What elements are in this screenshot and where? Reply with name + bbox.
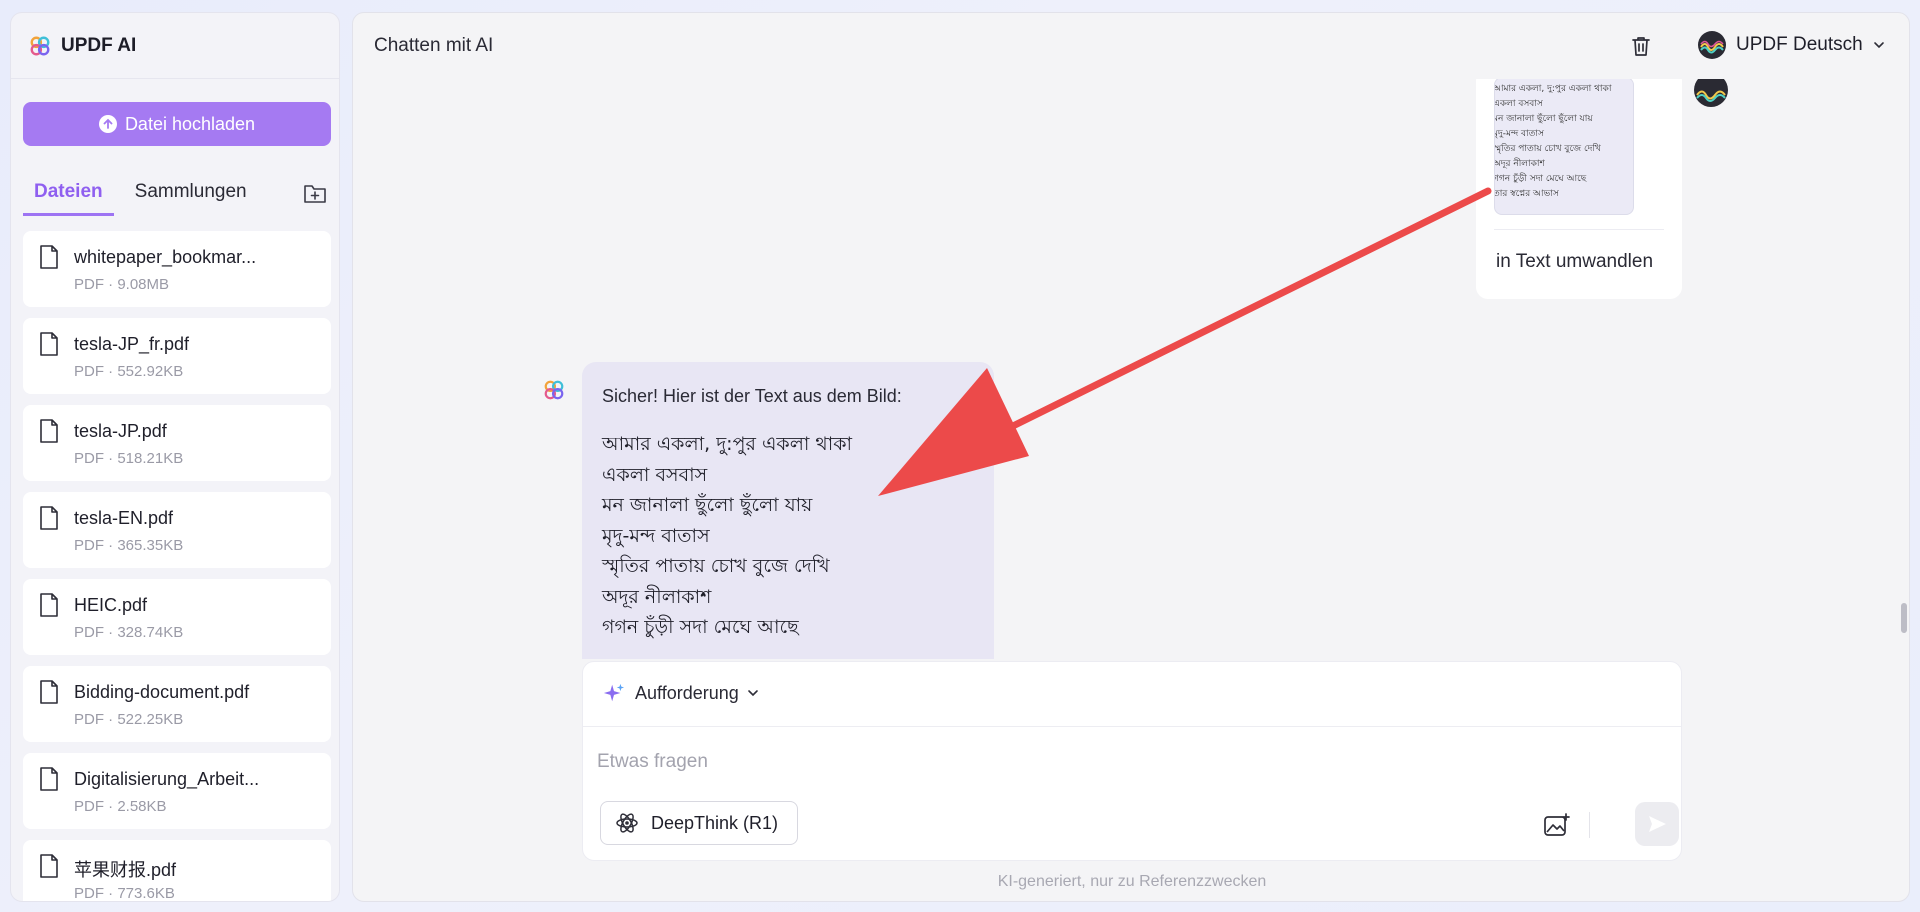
- chevron-down-icon: [747, 690, 758, 697]
- brand-name: UPDF AI: [61, 34, 137, 56]
- tab-sammlungen[interactable]: Sammlungen: [124, 173, 258, 213]
- image-icon[interactable]: [1543, 812, 1571, 838]
- file-item[interactable]: tesla-JP.pdf PDF · 518.21KB: [23, 405, 331, 481]
- file-item[interactable]: Digitalisierung_Arbeit... PDF · 2.58KB: [23, 753, 331, 829]
- file-item[interactable]: 苹果财报.pdf PDF · 773.6KB: [23, 840, 331, 902]
- sidebar-tabs: Dateien Sammlungen: [23, 173, 331, 219]
- sidebar: UPDF AI Datei hochladen Dateien Sammlung…: [10, 12, 340, 902]
- prompt-dropdown[interactable]: Aufforderung: [603, 682, 759, 704]
- file-item[interactable]: tesla-EN.pdf PDF · 365.35KB: [23, 492, 331, 568]
- file-icon: [40, 245, 58, 269]
- trash-icon[interactable]: [1629, 34, 1653, 58]
- ai-message-line: একলা বসবাস: [602, 463, 708, 486]
- file-icon: [40, 419, 58, 443]
- file-item[interactable]: Bidding-document.pdf PDF · 522.25KB: [23, 666, 331, 742]
- file-name: tesla-JP_fr.pdf: [74, 334, 190, 354]
- ai-message-line: মন জানালা ছুঁলো ছুঁলো যায়: [602, 494, 813, 516]
- input-panel: Aufforderung DeepThink (R1): [582, 661, 1682, 861]
- ai-message-line: মৃদু-মন্দ বাতাস: [602, 524, 710, 547]
- file-name: Bidding-document.pdf: [74, 682, 250, 702]
- footer-note: KI-generiert, nur zu Referenzzwecken: [997, 873, 1267, 890]
- user-avatar-icon: [1694, 79, 1728, 107]
- user-message: আমার একলা, দু:পুর একলা থাকা একলা বসবাস ম…: [1476, 79, 1682, 299]
- ai-message-line: অদূর নীলাকাশ: [602, 585, 712, 608]
- avatar-icon: [1698, 31, 1726, 59]
- file-list: whitepaper_bookmar... PDF · 9.08MB tesla…: [23, 231, 331, 902]
- page-title: Chatten mit AI: [374, 35, 494, 56]
- tab-dateien[interactable]: Dateien: [23, 173, 114, 216]
- upload-file-label: Datei hochladen: [124, 113, 256, 134]
- ai-message-intro: Sicher! Hier ist der Text aus dem Bild:: [602, 386, 902, 406]
- file-meta: PDF · 2.58KB: [74, 798, 167, 815]
- file-meta: PDF · 365.35KB: [74, 537, 184, 554]
- file-name: whitepaper_bookmar...: [74, 247, 257, 267]
- file-name: HEIC.pdf: [74, 595, 148, 615]
- account-menu[interactable]: UPDF Deutsch: [1698, 31, 1885, 59]
- brand: UPDF AI: [11, 13, 339, 79]
- file-meta: PDF · 328.74KB: [74, 624, 184, 641]
- file-icon: [40, 767, 58, 791]
- image-text-line: স্মৃতির পাতায় চোখ বুজে দেখি: [1494, 144, 1601, 154]
- header: Chatten mit AI UPDF Deutsch: [353, 13, 1909, 79]
- account-name: UPDF Deutsch: [1736, 34, 1863, 55]
- updf-logo-icon: [30, 36, 50, 55]
- ai-logo-icon: [544, 380, 564, 400]
- file-name: 苹果财报.pdf: [74, 860, 177, 880]
- upload-file-button[interactable]: Datei hochladen: [23, 102, 331, 146]
- divider: [583, 726, 1681, 727]
- prompt-label: Aufforderung: [635, 682, 739, 703]
- ai-message-line: আমার একলা, দু:পুর একলা থাকা: [602, 433, 853, 455]
- scrollbar-thumb[interactable]: [1901, 603, 1907, 633]
- image-text-line: একলা বসবাস: [1494, 99, 1543, 109]
- image-text-line: গগন চুঁড়ী সদা মেঘে আছে: [1494, 174, 1587, 184]
- ai-message-line: গগন চুঁড়ী সদা মেঘে আছে: [602, 616, 799, 638]
- file-name: Digitalisierung_Arbeit...: [74, 769, 260, 789]
- file-icon: [40, 506, 58, 530]
- ask-input[interactable]: [597, 746, 1657, 778]
- ai-message-line: স্মৃতির পাতায় চোখ বুজে দেখি: [602, 555, 830, 577]
- atom-icon: [616, 813, 638, 833]
- chat-area: আমার একলা, দু:পুর একলা থাকা একলা বসবাস ম…: [353, 79, 1909, 659]
- attached-image[interactable]: আমার একলা, দু:পুর একলা থাকা একলা বসবাস ম…: [1494, 79, 1634, 215]
- file-meta: PDF · 518.21KB: [74, 450, 184, 467]
- user-message-text: in Text umwandlen: [1496, 251, 1654, 272]
- image-text-line: মৃদু-মন্দ বাতাস: [1494, 129, 1544, 139]
- file-meta: PDF · 9.08MB: [74, 276, 170, 293]
- file-meta: PDF · 552.92KB: [74, 363, 184, 380]
- send-icon: [1649, 816, 1666, 832]
- deepthink-button[interactable]: DeepThink (R1): [600, 801, 798, 845]
- sparkle-icon: [603, 683, 625, 702]
- file-icon: [40, 332, 58, 356]
- upload-icon: [98, 115, 117, 133]
- new-folder-icon[interactable]: [303, 182, 327, 204]
- file-meta: PDF · 773.6KB: [74, 885, 175, 902]
- file-item[interactable]: tesla-JP_fr.pdf PDF · 552.92KB: [23, 318, 331, 394]
- file-item[interactable]: whitepaper_bookmar... PDF · 9.08MB: [23, 231, 331, 307]
- chevron-down-icon: [1873, 42, 1884, 49]
- deepthink-label: DeepThink (R1): [651, 812, 779, 833]
- file-icon: [40, 680, 58, 704]
- file-meta: PDF · 522.25KB: [74, 711, 184, 728]
- image-text-line: অদূর নীলাকাশ: [1494, 159, 1545, 169]
- file-name: tesla-EN.pdf: [74, 508, 174, 528]
- divider: [1589, 812, 1590, 838]
- file-name: tesla-JP.pdf: [74, 421, 167, 441]
- send-button[interactable]: [1635, 802, 1679, 846]
- divider: [1494, 229, 1664, 230]
- file-icon: [40, 854, 58, 878]
- file-icon: [40, 593, 58, 617]
- image-text-line: আমার একলা, দু:পুর একলা থাকা: [1494, 84, 1612, 94]
- ai-message: Sicher! Hier ist der Text aus dem Bild: …: [582, 362, 994, 659]
- image-text-line: তার স্বপ্নের আভাস: [1494, 189, 1559, 199]
- image-text-line: মন জানালা ছুঁলো ছুঁলো যায়: [1494, 114, 1593, 124]
- file-item[interactable]: HEIC.pdf PDF · 328.74KB: [23, 579, 331, 655]
- chat-panel: Chatten mit AI UPDF Deutsch আমার একলা, দ…: [352, 12, 1910, 902]
